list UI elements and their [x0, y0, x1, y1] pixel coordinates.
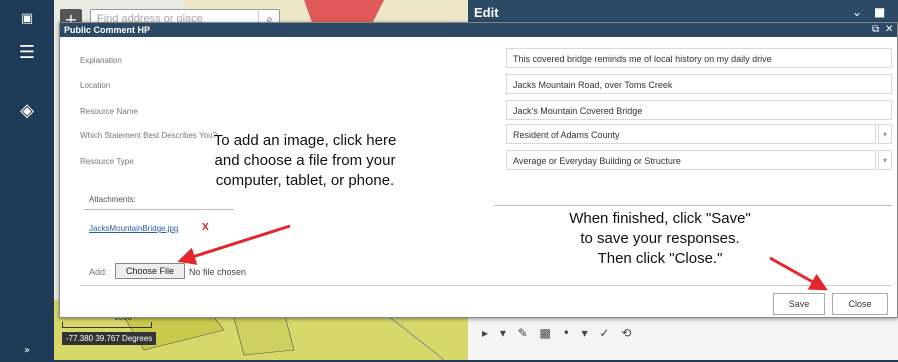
annotation-arrows: [177, 224, 828, 291]
arrow-to-choose-file: [177, 224, 291, 265]
arrow-to-close: [769, 256, 828, 291]
